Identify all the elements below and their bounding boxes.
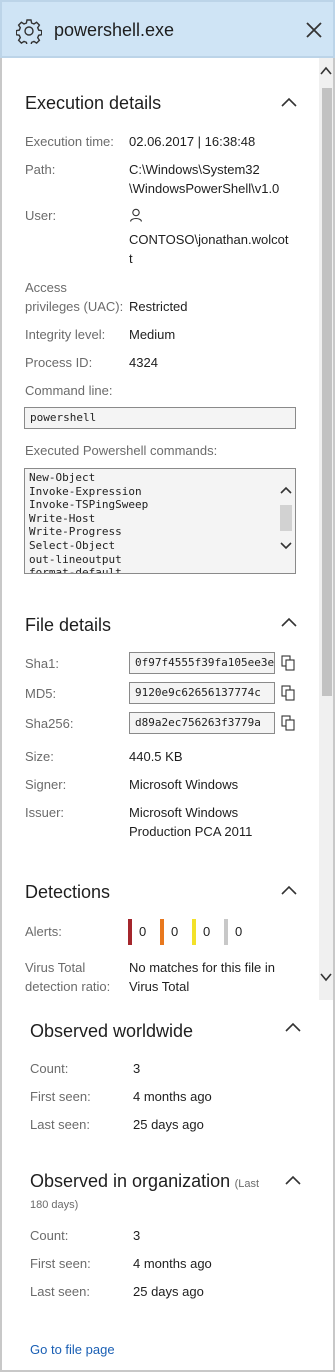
alert-severity-bar <box>128 919 132 945</box>
alert-count: 0 <box>139 924 147 939</box>
chevron-down-icon[interactable] <box>320 970 332 984</box>
gear-icon <box>16 19 42 44</box>
go-to-file-page-link[interactable]: Go to file page <box>30 1342 115 1357</box>
alert-severity-bar <box>160 919 164 945</box>
list-item: Write-Progress <box>29 525 122 539</box>
chevron-up-icon[interactable] <box>280 616 298 628</box>
virus-total-label-line2: detection ratio: <box>25 979 111 994</box>
alert-severity-bar <box>224 919 228 945</box>
chevron-up-icon[interactable] <box>284 1174 302 1186</box>
organization-subtitle-line1: (Last <box>234 1178 260 1190</box>
sha1-field[interactable]: 0f97f4555f39fa105ee3e <box>129 652 275 674</box>
list-item: Invoke-Expression <box>29 484 142 498</box>
process-id-value: 4324 <box>129 355 158 370</box>
copy-icon[interactable] <box>281 685 295 701</box>
panel-header: powershell.exe <box>0 0 335 58</box>
copy-icon[interactable] <box>281 715 295 731</box>
alert-count: 0 <box>203 924 211 939</box>
organization-title: Observed in organization <box>30 1171 231 1191</box>
worldwide-first-seen-value: 4 months ago <box>133 1089 212 1104</box>
list-item: New-Object <box>29 471 96 484</box>
worldwide-last-seen-value: 25 days ago <box>133 1117 204 1132</box>
user-icon <box>129 208 143 222</box>
detections-section-title: Detections <box>25 882 111 902</box>
panel-title: powershell.exe <box>54 20 175 40</box>
list-item: Select-Object <box>29 538 116 552</box>
chevron-up-icon[interactable] <box>280 884 298 896</box>
powershell-commands-list[interactable]: New-Object Invoke-Expression Invoke-TSPi… <box>24 468 296 574</box>
alert-severity-bar <box>192 919 196 945</box>
signer-value: Microsoft Windows <box>129 777 239 792</box>
virus-total-value-line1: No matches for this file in <box>129 960 275 975</box>
exec-time-label: Execution time: <box>25 134 114 149</box>
sha256-label: Sha256: <box>25 716 74 731</box>
integrity-label: Integrity level: <box>25 327 106 342</box>
list-item: format-default <box>29 566 122 574</box>
organization-section-title: Observed in organization (Last <box>30 1171 280 1192</box>
sha1-label: Sha1: <box>25 656 59 671</box>
exec-time-value: 02.06.2017 | 16:38:48 <box>129 134 256 149</box>
worldwide-first-seen-label: First seen: <box>30 1089 91 1104</box>
access-value: Restricted <box>129 299 188 314</box>
command-lines: New-Object Invoke-Expression Invoke-TSPi… <box>29 471 149 574</box>
command-line-label: Command line: <box>25 383 113 398</box>
integrity-value: Medium <box>129 327 176 342</box>
powershell-commands-label: Executed Powershell commands: <box>25 443 218 458</box>
organization-count-label: Count: <box>30 1228 69 1243</box>
copy-icon[interactable] <box>281 655 295 671</box>
path-value-line1: C:\Windows\System32 <box>129 162 260 177</box>
organization-first-seen-value: 4 months ago <box>133 1256 212 1271</box>
chevron-up-icon[interactable] <box>280 96 298 108</box>
file-section-title: File details <box>25 615 112 635</box>
organization-first-seen-label: First seen: <box>30 1256 91 1271</box>
commands-scroll-thumb[interactable] <box>280 505 292 531</box>
alert-count: 0 <box>171 924 179 939</box>
alert-count: 0 <box>235 924 243 939</box>
worldwide-last-seen-label: Last seen: <box>30 1117 90 1132</box>
organization-count-value: 3 <box>133 1228 141 1243</box>
chevron-up-icon[interactable] <box>280 485 292 495</box>
path-value-line2: \WindowsPowerShell\v1.0 <box>129 181 280 196</box>
worldwide-count-value: 3 <box>133 1061 141 1076</box>
access-label-line1: Access <box>25 280 67 295</box>
md5-field[interactable]: 9120e9c62656137774c <box>129 682 275 704</box>
path-label: Path: <box>25 162 56 177</box>
user-value-line1: CONTOSO\jonathan.wolcot <box>129 232 289 247</box>
md5-label: MD5: <box>25 686 57 701</box>
user-value-line2: t <box>129 251 133 266</box>
organization-subtitle-line2: 180 days) <box>30 1199 79 1211</box>
worldwide-count-label: Count: <box>30 1061 69 1076</box>
size-label: Size: <box>25 749 54 764</box>
worldwide-section-title: Observed worldwide <box>30 1021 194 1041</box>
list-item: Write-Host <box>29 511 96 525</box>
command-line-field[interactable]: powershell <box>24 407 296 429</box>
size-value: 440.5 KB <box>129 749 183 764</box>
alerts-label: Alerts: <box>25 924 62 939</box>
chevron-up-icon[interactable] <box>284 1021 302 1033</box>
chevron-down-icon[interactable] <box>280 541 292 551</box>
issuer-label: Issuer: <box>25 805 65 820</box>
access-label-line2: privileges (UAC): <box>25 299 124 314</box>
details-scroll-area[interactable]: Execution details Execution time: 02.06.… <box>2 58 333 1000</box>
close-icon[interactable] <box>302 18 326 42</box>
execution-section-title: Execution details <box>25 93 162 113</box>
commands-scrollbar[interactable] <box>277 469 295 573</box>
panel-scrollbar[interactable] <box>319 58 333 1000</box>
list-item: out-lineoutput <box>29 552 122 566</box>
issuer-value-line2: Production PCA 2011 <box>129 824 253 839</box>
issuer-value-line1: Microsoft Windows <box>129 805 239 820</box>
chevron-up-icon[interactable] <box>320 64 332 78</box>
list-item: Invoke-TSPingSweep <box>29 498 149 512</box>
panel-scroll-thumb[interactable] <box>322 88 332 696</box>
signer-label: Signer: <box>25 777 67 792</box>
organization-last-seen-label: Last seen: <box>30 1284 90 1299</box>
virus-total-value-line2: Virus Total <box>129 979 190 994</box>
process-id-label: Process ID: <box>25 355 93 370</box>
sha256-field[interactable]: d89a2ec756263f3779a <box>129 712 275 734</box>
virus-total-label-line1: Virus Total <box>25 960 86 975</box>
user-label: User: <box>25 208 57 223</box>
organization-last-seen-value: 25 days ago <box>133 1284 204 1299</box>
